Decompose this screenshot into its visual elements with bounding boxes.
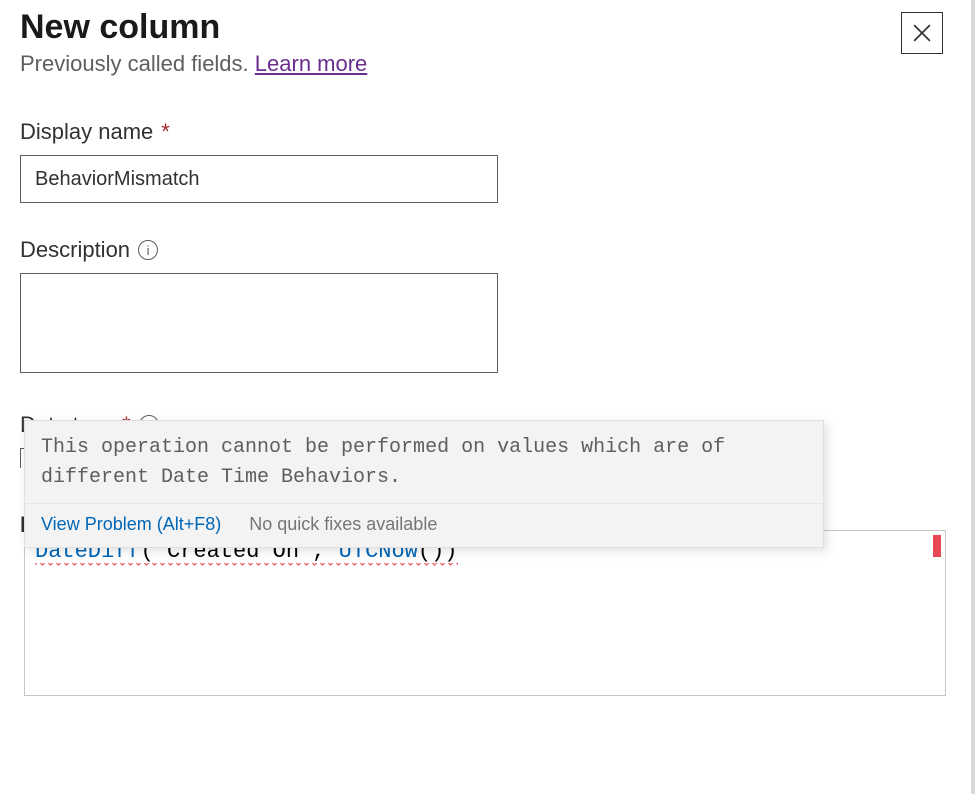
problem-message: This operation cannot be performed on va…: [25, 421, 823, 503]
description-group: Description i: [20, 237, 951, 378]
subtitle-text: Previously called fields.: [20, 51, 255, 76]
close-icon: [913, 24, 931, 42]
display-name-group: Display name *: [20, 119, 951, 203]
page-subtitle: Previously called fields. Learn more: [20, 51, 367, 77]
info-icon[interactable]: i: [138, 240, 158, 260]
minimap-error-marker: [933, 535, 941, 557]
learn-more-link[interactable]: Learn more: [255, 51, 368, 76]
display-name-label: Display name: [20, 119, 153, 145]
formula-editor[interactable]: DateDiff('Created On', UTCNow()): [24, 530, 946, 696]
display-name-input[interactable]: [20, 155, 498, 203]
view-problem-link[interactable]: View Problem (Alt+F8): [41, 514, 221, 535]
close-button[interactable]: [901, 12, 943, 54]
data-type-group: Data type * i F This operation cannot be…: [20, 412, 951, 468]
description-label: Description: [20, 237, 130, 263]
problem-popover: This operation cannot be performed on va…: [24, 420, 824, 548]
no-quick-fixes-text: No quick fixes available: [249, 514, 437, 535]
page-title: New column: [20, 8, 367, 47]
required-mark: *: [161, 119, 170, 145]
description-input[interactable]: [20, 273, 498, 373]
